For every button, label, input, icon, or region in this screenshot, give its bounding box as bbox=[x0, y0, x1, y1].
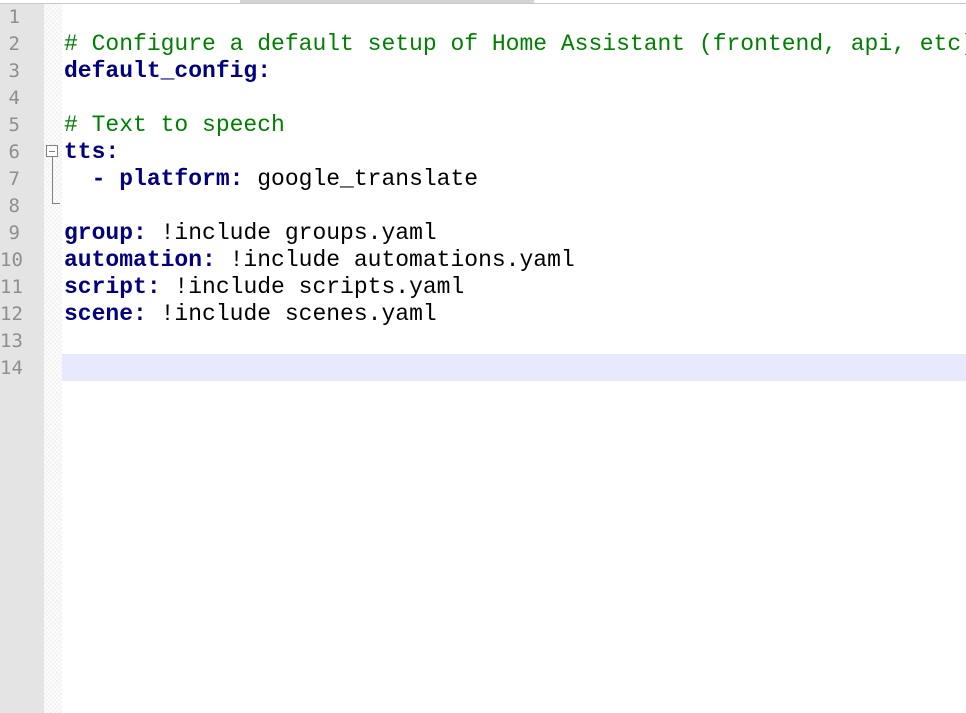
yaml-key: default_config: bbox=[64, 58, 272, 84]
yaml-key: automation: bbox=[64, 247, 216, 273]
code-line[interactable]: - platform: google_translate bbox=[64, 166, 478, 193]
yaml-comment: # Text to speech bbox=[64, 112, 285, 138]
code-line[interactable]: tts: bbox=[64, 139, 119, 166]
line-number[interactable]: 6 bbox=[0, 139, 20, 166]
line-number[interactable]: 2 bbox=[0, 31, 20, 58]
yaml-value: !include automations.yaml bbox=[215, 247, 575, 273]
code-line[interactable]: automation: !include automations.yaml bbox=[64, 247, 575, 274]
yaml-value: !include scripts.yaml bbox=[160, 274, 465, 300]
code-line[interactable]: # Configure a default setup of Home Assi… bbox=[64, 31, 966, 58]
code-editor[interactable]: 1 2 3 4 5 6 7 8 9 10 11 12 13 14 # Configure a defaul… bbox=[0, 0, 966, 713]
yaml-value: !include scenes.yaml bbox=[146, 301, 437, 327]
yaml-comment: # Configure a default setup of Home Assi… bbox=[64, 31, 966, 57]
tab-bar-scroll-thumb[interactable] bbox=[240, 0, 534, 3]
line-number[interactable]: 11 bbox=[0, 274, 23, 301]
fold-margin[interactable] bbox=[44, 4, 62, 713]
line-number[interactable]: 4 bbox=[0, 85, 20, 112]
code-line[interactable]: # Text to speech bbox=[64, 112, 285, 139]
code-line[interactable]: script: !include scripts.yaml bbox=[64, 274, 464, 301]
yaml-key: - platform: bbox=[64, 166, 244, 192]
line-number[interactable]: 10 bbox=[0, 247, 23, 274]
fold-guide-line bbox=[52, 157, 53, 204]
minus-box-icon[interactable] bbox=[46, 145, 58, 157]
line-number-gutter[interactable]: 1 2 3 4 5 6 7 8 9 10 11 12 13 14 bbox=[0, 4, 44, 713]
yaml-key: scene: bbox=[64, 301, 147, 327]
line-number[interactable]: 13 bbox=[0, 328, 23, 355]
current-line-highlight bbox=[62, 354, 966, 381]
code-line[interactable]: scene: !include scenes.yaml bbox=[64, 301, 437, 328]
yaml-key: tts: bbox=[64, 139, 120, 165]
code-line[interactable]: default_config: bbox=[64, 58, 271, 85]
line-number[interactable]: 1 bbox=[0, 4, 20, 31]
line-number[interactable]: 8 bbox=[0, 193, 20, 220]
yaml-key: script: bbox=[64, 274, 161, 300]
line-number[interactable]: 5 bbox=[0, 112, 20, 139]
line-number[interactable]: 12 bbox=[0, 301, 23, 328]
line-number[interactable]: 9 bbox=[0, 220, 20, 247]
line-number[interactable]: 3 bbox=[0, 58, 20, 85]
yaml-value: !include groups.yaml bbox=[146, 220, 437, 246]
yaml-value: google_translate bbox=[243, 166, 479, 192]
line-number[interactable]: 7 bbox=[0, 166, 20, 193]
fold-guide-end bbox=[52, 203, 60, 204]
line-number[interactable]: 14 bbox=[0, 355, 23, 382]
code-line[interactable]: group: !include groups.yaml bbox=[64, 220, 437, 247]
yaml-key: group: bbox=[64, 220, 147, 246]
